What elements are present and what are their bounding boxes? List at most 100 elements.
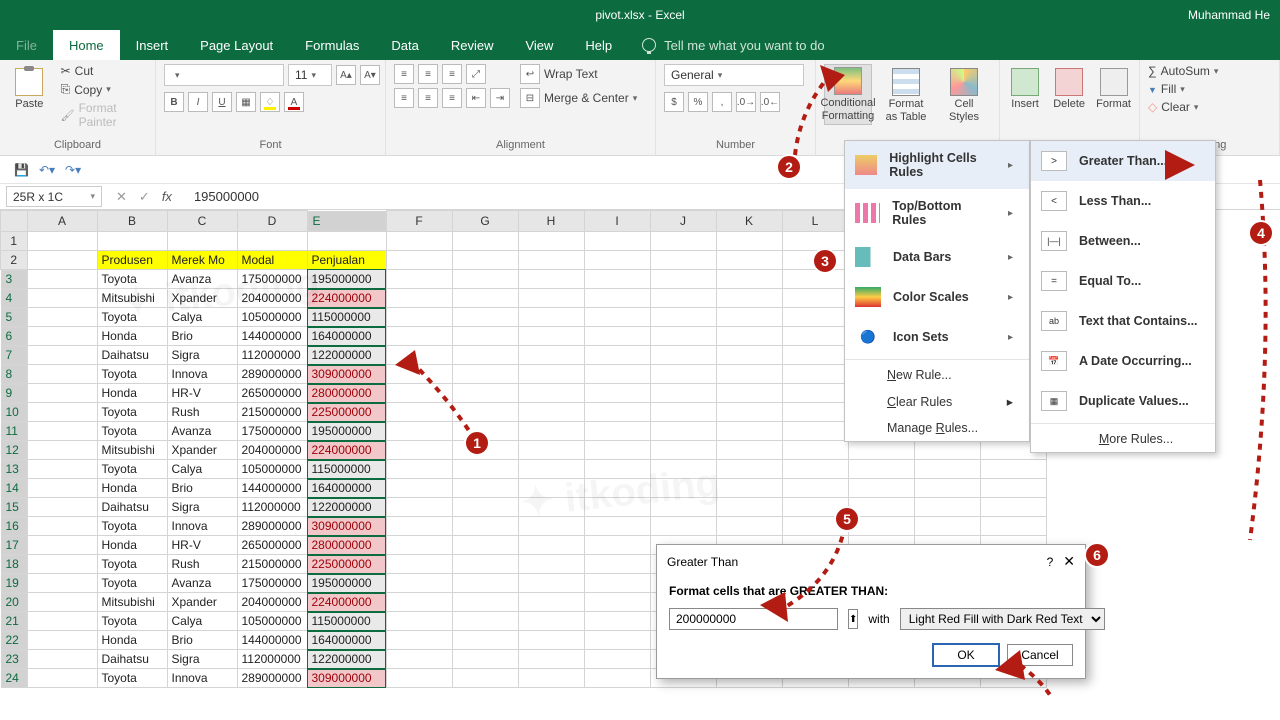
dialog-title: Greater Than (667, 555, 738, 569)
menu-manage-rules[interactable]: Manage Rules... (845, 415, 1029, 441)
format-cells-button[interactable]: Format (1096, 64, 1131, 111)
bulb-icon (642, 38, 656, 52)
tab-formulas[interactable]: Formulas (289, 30, 375, 60)
menu-clear-rules[interactable]: Clear Rules▸ (845, 388, 1029, 415)
increase-decimal-button[interactable]: .0→ (736, 92, 756, 112)
eq-icon: = (1041, 271, 1067, 291)
menu-highlight-cells-rules[interactable]: Highlight Cells Rules▸ (845, 141, 1029, 189)
clear-button[interactable]: Clear▾ (1148, 100, 1218, 114)
cut-button[interactable]: Cut (61, 64, 147, 78)
delete-cells-button[interactable]: Delete (1052, 64, 1086, 111)
fill-icon (1148, 82, 1157, 96)
tab-insert[interactable]: Insert (120, 30, 185, 60)
brush-icon (61, 108, 75, 122)
border-button[interactable]: ▦ (236, 92, 256, 112)
undo-button[interactable]: ↶▾ (39, 163, 55, 177)
merge-center-button[interactable]: ⊟Merge & Center▾ (520, 88, 637, 108)
number-format-select[interactable]: General (664, 64, 804, 86)
dialog-help-icon[interactable]: ? (1047, 555, 1054, 569)
insert-icon (1011, 68, 1039, 96)
submenu-more-rules[interactable]: More Rules... (1031, 426, 1215, 452)
comma-button[interactable]: , (712, 92, 732, 112)
menu-color-scales[interactable]: Color Scales▸ (845, 277, 1029, 317)
table-icon (892, 68, 920, 96)
callout-6: 6 (1084, 542, 1110, 568)
callout-2: 2 (776, 154, 802, 180)
tab-home[interactable]: Home (53, 30, 120, 60)
cell-styles-icon (950, 68, 978, 96)
scissors-icon (61, 64, 71, 78)
format-as-table-button[interactable]: Format as Table (882, 64, 930, 123)
submenu-text-contains[interactable]: abText that Contains... (1031, 301, 1215, 341)
menu-data-bars[interactable]: Data Bars▸ (845, 237, 1029, 277)
wrap-text-button[interactable]: ↩Wrap Text (520, 64, 637, 84)
decrease-decimal-button[interactable]: .0← (760, 92, 780, 112)
shrink-font-button[interactable]: A▾ (360, 65, 380, 85)
fill-button[interactable]: Fill▾ (1148, 82, 1218, 96)
redo-button[interactable]: ↷▾ (65, 163, 81, 177)
dialog-close-icon[interactable]: ✕ (1063, 553, 1075, 570)
decrease-indent-button[interactable]: ⇤ (466, 88, 486, 108)
underline-button[interactable]: U (212, 92, 232, 112)
menu-new-rule[interactable]: New Rule... (845, 362, 1029, 388)
tab-data[interactable]: Data (375, 30, 434, 60)
copy-button[interactable]: Copy▾ (61, 82, 147, 97)
grow-font-button[interactable]: A▴ (336, 65, 356, 85)
tell-me[interactable]: Tell me what you want to do (642, 30, 824, 60)
topbottom-icon (855, 203, 880, 223)
paste-icon (15, 68, 43, 96)
save-icon[interactable]: 💾 (14, 163, 29, 177)
insert-cells-button[interactable]: Insert (1008, 64, 1042, 111)
tab-review[interactable]: Review (435, 30, 510, 60)
tab-view[interactable]: View (509, 30, 569, 60)
percent-button[interactable]: % (688, 92, 708, 112)
group-alignment: Alignment (394, 137, 647, 153)
group-clipboard: Clipboard (8, 137, 147, 153)
increase-indent-button[interactable]: ⇥ (490, 88, 510, 108)
submenu-date-occurring[interactable]: 📅A Date Occurring... (1031, 341, 1215, 381)
autosum-button[interactable]: AutoSum▾ (1148, 64, 1218, 78)
cancel-formula-icon[interactable]: ✕ (116, 189, 127, 205)
wrap-icon: ↩ (520, 64, 540, 84)
colorscales-icon (855, 287, 881, 307)
submenu-duplicate-values[interactable]: ▦Duplicate Values... (1031, 381, 1215, 421)
menu-top-bottom-rules[interactable]: Top/Bottom Rules▸ (845, 189, 1029, 237)
accounting-button[interactable]: $ (664, 92, 684, 112)
tab-help[interactable]: Help (569, 30, 628, 60)
format-painter-button[interactable]: Format Painter (61, 101, 147, 129)
format-select[interactable]: Light Red Fill with Dark Red Text (900, 608, 1105, 630)
submenu-equal-to[interactable]: =Equal To... (1031, 261, 1215, 301)
cell-styles-button[interactable]: Cell Styles (940, 64, 988, 123)
bold-button[interactable]: B (164, 92, 184, 112)
fx-icon[interactable]: fx (162, 189, 172, 205)
submenu-between[interactable]: |—|Between... (1031, 221, 1215, 261)
align-middle-button[interactable]: ≡ (418, 64, 438, 84)
arrow-2 (790, 60, 860, 160)
tab-file[interactable]: File (0, 30, 53, 60)
enter-formula-icon[interactable]: ✓ (139, 189, 150, 205)
dup-icon: ▦ (1041, 391, 1067, 411)
conditional-formatting-menu: Highlight Cells Rules▸ Top/Bottom Rules▸… (844, 140, 1030, 442)
align-bottom-button[interactable]: ≡ (442, 64, 462, 84)
user-name: Muhammad He (1188, 8, 1270, 22)
menu-icon-sets[interactable]: 🔵 Icon Sets▸ (845, 317, 1029, 357)
group-number: Number (664, 137, 807, 153)
italic-button[interactable]: I (188, 92, 208, 112)
copy-icon (61, 82, 71, 97)
paste-button[interactable]: Paste (8, 64, 51, 111)
arrow-6 (990, 640, 1060, 700)
name-box[interactable]: 25R x 1C▾ (6, 186, 102, 207)
align-left-button[interactable]: ≡ (394, 88, 414, 108)
arrow-5 (740, 520, 880, 630)
fill-color-button[interactable]: ♢ (260, 92, 280, 112)
align-right-button[interactable]: ≡ (442, 88, 462, 108)
callout-4: 4 (1248, 220, 1274, 246)
ribbon-tabs: File Home Insert Page Layout Formulas Da… (0, 30, 1280, 60)
tab-page-layout[interactable]: Page Layout (184, 30, 289, 60)
orientation-button[interactable]: ⤢ (466, 64, 486, 84)
align-top-button[interactable]: ≡ (394, 64, 414, 84)
align-center-button[interactable]: ≡ (418, 88, 438, 108)
font-family-select[interactable] (164, 64, 284, 86)
font-size-select[interactable]: 11 (288, 64, 332, 86)
font-color-button[interactable]: A (284, 92, 304, 112)
